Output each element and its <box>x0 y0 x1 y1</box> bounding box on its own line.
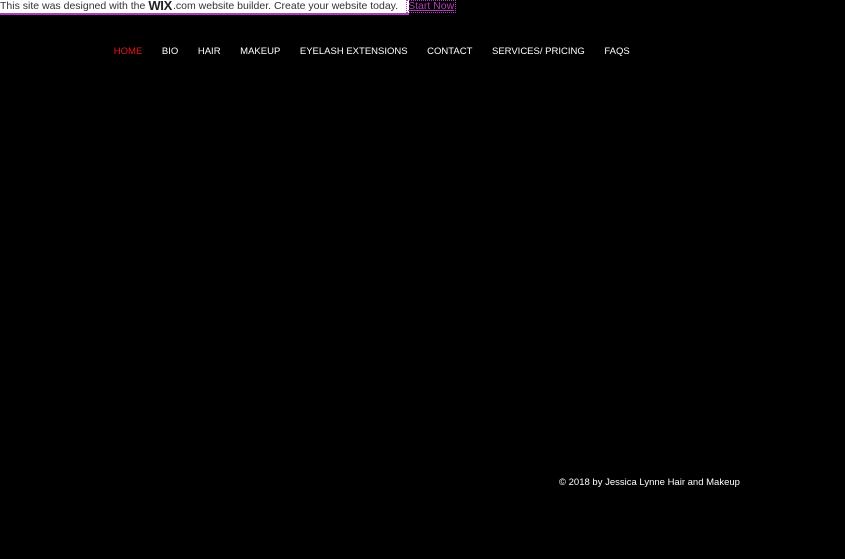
main-navigation: HOME BIO HAIR MAKEUP EYELASH EXTENSIONS … <box>104 46 639 58</box>
nav-item-home[interactable]: HOME <box>114 46 143 58</box>
banner-prefix-text: This site was designed with the <box>0 0 146 12</box>
banner-suffix-text: .com website builder. Create your websit… <box>172 0 399 12</box>
nav-item-hair[interactable]: HAIR <box>198 46 221 58</box>
wix-logo: WIX <box>148 0 172 13</box>
nav-item-services-pricing[interactable]: SERVICES/ PRICING <box>492 46 585 58</box>
nav-item-faqs[interactable]: FAQS <box>604 46 629 58</box>
nav-item-contact[interactable]: CONTACT <box>427 46 472 58</box>
nav-item-bio[interactable]: BIO <box>162 46 178 58</box>
nav-item-eyelash-extensions[interactable]: EYELASH EXTENSIONS <box>300 46 408 58</box>
nav-item-makeup[interactable]: MAKEUP <box>240 46 280 58</box>
wix-ad-banner[interactable]: This site was designed with the WIX .com… <box>0 0 457 15</box>
start-now-link[interactable]: Start Now <box>406 0 457 13</box>
page: This site was designed with the WIX .com… <box>0 0 845 559</box>
footer-copyright: © 2018 by Jessica Lynne Hair and Makeup <box>559 477 740 488</box>
